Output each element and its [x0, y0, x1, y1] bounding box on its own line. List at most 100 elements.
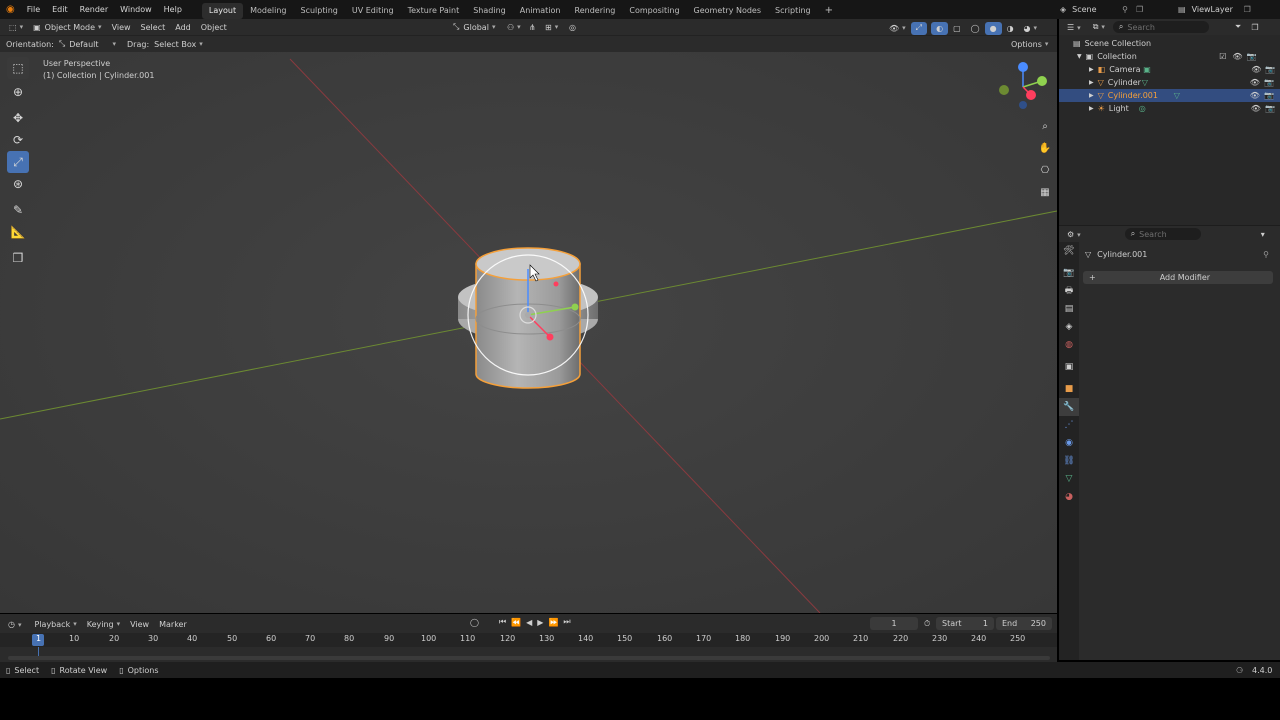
- viewport-scene[interactable]: [0, 19, 1057, 613]
- constraints-tab-icon[interactable]: ⛓: [1059, 452, 1079, 470]
- particles-tab-icon[interactable]: ⋰: [1059, 416, 1079, 434]
- collapse-icon[interactable]: ▾: [1261, 230, 1265, 239]
- pivot-icon[interactable]: ⚇ ▾: [502, 19, 526, 35]
- render-camera-icon[interactable]: 📷: [1247, 52, 1257, 61]
- camera-view-icon[interactable]: ⎔: [1034, 159, 1056, 181]
- overlay-toggle-icon[interactable]: ◐: [931, 21, 949, 35]
- outliner-item-cylinder[interactable]: ▶ ▽ Cylinder ▽ 👁 📷: [1059, 76, 1280, 89]
- play-icon[interactable]: ▶: [537, 618, 543, 627]
- perspective-grid-icon[interactable]: ▦: [1034, 181, 1056, 203]
- menu-window[interactable]: Window: [114, 0, 158, 19]
- collection-row[interactable]: ▼ ▣ Collection ☑ 👁 📷: [1059, 50, 1280, 63]
- transform-tool-icon[interactable]: ⊛: [7, 173, 29, 195]
- menu-playback[interactable]: Playback ▾: [30, 616, 82, 632]
- tab-animation[interactable]: Animation: [513, 3, 568, 19]
- options-dropdown[interactable]: Options ▾: [1006, 36, 1053, 52]
- outliner-item-light[interactable]: ▶ ☀ Light ◎ 👁 📷: [1059, 102, 1280, 115]
- add-workspace-icon[interactable]: +: [818, 3, 840, 19]
- move-tool-icon[interactable]: ✥: [7, 107, 29, 129]
- transform-orientation[interactable]: ⤡ Global ▾: [448, 19, 500, 35]
- visibility-eye-icon[interactable]: 👁: [1232, 52, 1242, 61]
- collection-tab-icon[interactable]: ▣: [1059, 358, 1079, 376]
- properties-search-input[interactable]: Search: [1139, 230, 1166, 239]
- timeline-ruler[interactable]: 1 10 20 30 40 50 60 70 80 90 100 110 120…: [0, 633, 1057, 647]
- expand-arrow-icon[interactable]: ▶: [1089, 79, 1094, 86]
- tab-rendering[interactable]: Rendering: [568, 3, 623, 19]
- rotate-tool-icon[interactable]: ⟳: [7, 129, 29, 151]
- output-tab-icon[interactable]: 🖶: [1059, 282, 1079, 300]
- zoom-icon[interactable]: ⌕: [1034, 115, 1056, 137]
- menu-add[interactable]: Add: [170, 19, 196, 35]
- outliner-search-input[interactable]: Search: [1127, 23, 1154, 32]
- add-modifier-button[interactable]: + Add Modifier: [1083, 271, 1273, 284]
- select-box-tool-icon[interactable]: ⬚: [7, 57, 29, 79]
- tab-shading[interactable]: Shading: [466, 3, 513, 19]
- visibility-eye-icon[interactable]: 👁: [1251, 104, 1261, 113]
- expand-arrow-icon[interactable]: ▶: [1089, 105, 1094, 112]
- menu-render[interactable]: Render: [74, 0, 114, 19]
- view-layer-tab-icon[interactable]: ▤: [1059, 300, 1079, 318]
- tab-uv-editing[interactable]: UV Editing: [345, 3, 401, 19]
- measure-tool-icon[interactable]: 📐: [7, 221, 29, 243]
- menu-object[interactable]: Object: [196, 19, 232, 35]
- menu-edit[interactable]: Edit: [46, 0, 74, 19]
- jump-end-icon[interactable]: ⏭: [563, 617, 570, 627]
- timeline-editor-icon[interactable]: ◷ ▾: [8, 620, 22, 629]
- cursor-tool-icon[interactable]: ⊕: [7, 81, 29, 103]
- render-camera-icon[interactable]: 📷: [1265, 104, 1275, 113]
- material-tab-icon[interactable]: ◕: [1059, 488, 1079, 506]
- orientation-dropdown[interactable]: ⤡ Default ▾: [54, 36, 121, 52]
- tab-compositing[interactable]: Compositing: [622, 3, 686, 19]
- blender-logo-icon[interactable]: ◉: [0, 0, 21, 19]
- menu-view[interactable]: View: [107, 19, 136, 35]
- world-tab-icon[interactable]: ◍: [1059, 336, 1079, 354]
- shading-rendered-icon[interactable]: ◕ ▾: [1019, 20, 1043, 36]
- tab-modeling[interactable]: Modeling: [243, 3, 293, 19]
- menu-select[interactable]: Select: [136, 19, 171, 35]
- pin-icon[interactable]: ⚲: [1122, 5, 1128, 14]
- menu-help[interactable]: Help: [158, 0, 188, 19]
- menu-marker[interactable]: Marker: [154, 616, 192, 632]
- new-view-layer-icon[interactable]: ❐: [1244, 5, 1251, 14]
- snap-target-icon[interactable]: ⊞ ▾: [540, 19, 563, 35]
- play-reverse-icon[interactable]: ◀: [526, 618, 532, 627]
- outliner-editor-icon[interactable]: ☰ ▾: [1067, 23, 1081, 32]
- end-frame-field[interactable]: End 250: [996, 617, 1052, 630]
- 3d-viewport[interactable]: ⬚ ▾ ▣ Object Mode ▾ View Select Add Object…: [0, 19, 1057, 613]
- render-camera-icon[interactable]: 📷: [1264, 91, 1274, 100]
- outliner-search[interactable]: ⌕ Search: [1112, 21, 1209, 33]
- navigation-gizmo[interactable]: [995, 59, 1051, 115]
- jump-start-icon[interactable]: ⏮: [499, 617, 506, 627]
- tab-geometry-nodes[interactable]: Geometry Nodes: [687, 3, 768, 19]
- scale-tool-icon[interactable]: ⤢: [7, 151, 29, 173]
- expand-arrow-icon[interactable]: ▼: [1077, 53, 1082, 60]
- next-keyframe-icon[interactable]: ⏩: [548, 618, 558, 627]
- outliner-item-camera[interactable]: ▶ ◧ Camera ▣ 👁 📷: [1059, 63, 1280, 76]
- shading-solid-icon[interactable]: ●: [984, 21, 1002, 35]
- scene-collection-row[interactable]: ▤ Scene Collection: [1059, 37, 1280, 50]
- start-frame-field[interactable]: Start 1: [936, 617, 994, 630]
- visibility-eye-icon[interactable]: 👁: [1250, 91, 1260, 100]
- render-tab-icon[interactable]: 📷: [1059, 264, 1079, 282]
- data-tab-icon[interactable]: ▽: [1059, 470, 1079, 488]
- add-cube-tool-icon[interactable]: ❒: [7, 247, 29, 269]
- prev-keyframe-icon[interactable]: ⏪: [511, 618, 521, 627]
- display-mode-icon[interactable]: ⧉ ▾: [1093, 22, 1105, 32]
- current-frame-field[interactable]: 1: [870, 617, 918, 630]
- proportional-edit-icon[interactable]: ◎: [564, 19, 581, 35]
- shading-wireframe-icon[interactable]: ◯: [966, 20, 985, 36]
- tab-layout[interactable]: Layout: [201, 2, 244, 19]
- scene-tab-icon[interactable]: ◈: [1059, 318, 1079, 336]
- expand-arrow-icon[interactable]: ▶: [1089, 66, 1094, 73]
- menu-timeline-view[interactable]: View: [125, 616, 154, 632]
- mode-selector[interactable]: ▣ Object Mode ▾: [28, 19, 106, 35]
- tab-sculpting[interactable]: Sculpting: [294, 3, 345, 19]
- auto-keying-icon[interactable]: ◯: [470, 618, 479, 627]
- visibility-eye-icon[interactable]: 👁: [1251, 65, 1261, 74]
- visibility-eye-icon[interactable]: 👁: [1250, 78, 1260, 87]
- pan-hand-icon[interactable]: ✋: [1034, 137, 1056, 159]
- physics-tab-icon[interactable]: ◉: [1059, 434, 1079, 452]
- shading-material-icon[interactable]: ◑: [1002, 20, 1019, 36]
- new-scene-icon[interactable]: ❐: [1136, 5, 1143, 14]
- menu-file[interactable]: File: [21, 0, 46, 19]
